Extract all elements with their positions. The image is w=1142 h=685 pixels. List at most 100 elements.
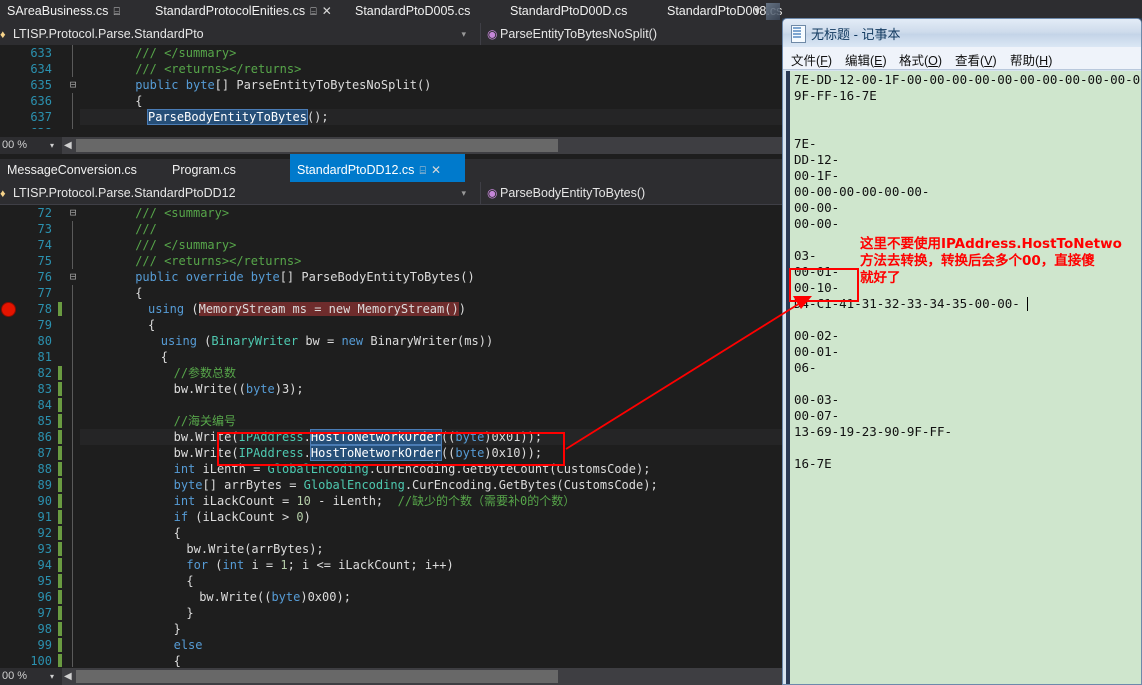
top-tab-4[interactable]: StandardPtoD008.cs [660,0,782,23]
code-text: if (iLackCount > 0) [174,509,311,525]
pin-icon[interactable]: ⌸ [419,165,426,177]
change-marker [58,302,62,316]
outlining-toggle-icon[interactable]: ⊟ [66,77,80,93]
main-tab-0[interactable]: MessageConversion.cs [0,159,140,182]
top-scroll-left-arrow-icon[interactable]: ◀ [64,137,72,154]
outlining-guide [72,285,73,301]
main-editor-tabstrip[interactable]: MessageConversion.cs Program.cs StandardPt… [0,159,782,182]
notepad-line: 00-07- [794,408,1141,424]
main-zoom-caret-icon[interactable]: ▾ [50,668,54,685]
notepad-menu-item-0[interactable]: 文件(F) [791,50,832,69]
notepad-content[interactable]: 7E-DD-12-00-1F-00-00-00-00-00-00-00-00-0… [794,72,1141,684]
notepad-icon [791,25,806,43]
code-token: ( [191,302,198,316]
notepad-left-edge [786,71,790,684]
main-scroll-thumb[interactable] [76,670,558,683]
outlining-guide [72,397,73,413]
close-icon[interactable]: ✕ [431,163,441,177]
line-number: 83 [22,381,52,397]
notepad-menu-item-3[interactable]: 查看(V) [955,50,997,69]
code-text: for (int i = 1; i <= iLackCount; i++) [186,557,453,573]
code-token: [] ParseEntityToBytesNoSplit() [215,78,432,92]
outlining-guide [72,253,73,269]
change-marker [58,398,62,412]
pin-icon[interactable]: ⌸ [113,6,120,18]
top-zoom-caret-icon[interactable]: ▾ [50,137,54,154]
main-code-line: 99else [0,637,782,653]
change-marker [58,414,62,428]
outlining-guide [72,445,73,461]
breakpoint-gutter[interactable] [0,301,22,317]
notepad-title-bar[interactable]: 无标题 - 记事本 [783,19,1141,48]
code-token: . [304,446,311,460]
outlining-guide [72,109,73,125]
top-tab-0[interactable]: SAreaBusiness.cs⌸ [0,0,118,23]
top-tab-2[interactable]: StandardPtoD005.cs [348,0,496,23]
outlining-toggle-icon[interactable]: ⊟ [66,269,80,285]
line-number: 88 [22,461,52,477]
close-icon[interactable]: ✕ [322,4,332,18]
top-method-breadcrumb[interactable]: ◉ParseEntityToBytesNoSplit() [480,23,782,45]
code-token: iLackCount = [195,494,296,508]
top-horizontal-scrollbar[interactable]: 00 % ▾ ◀ [0,137,782,154]
outlining-guide [72,301,73,317]
outlining-guide [72,237,73,253]
change-marker [58,366,62,380]
outlining-guide [72,589,73,605]
main-scroll-left-arrow-icon[interactable]: ◀ [64,668,72,685]
code-token: BinaryWriter(ms)) [363,334,493,348]
notepad-line: 7E- [794,136,1141,152]
top-editor-tabstrip[interactable]: SAreaBusiness.cs⌸StandardProtocolEnities… [0,0,782,23]
tab-label: MessageConversion.cs [7,163,137,177]
chevron-down-icon[interactable]: ▾ [461,23,466,45]
tab-label: StandardPtoDD12.cs [297,163,414,177]
top-code-line: 638 [0,125,782,129]
code-text: { [186,573,193,589]
code-token: new [329,302,351,316]
code-token: .CurEncoding.GetBytes(CustomsCode); [405,478,658,492]
chevron-down-icon[interactable]: ▼ [752,0,762,23]
line-number: 82 [22,365,52,381]
notepad-line: D4-C1-41-31-32-33-34-35-00-00- [794,296,1141,312]
top-code-pane[interactable]: 633/// </summary>634/// <returns></retur… [0,45,782,129]
main-horizontal-scrollbar[interactable]: 00 % ▾ ◀ [0,668,782,685]
breakpoint-icon[interactable] [1,302,16,317]
main-class-breadcrumb[interactable]: ♦LTISP.Protocol.Parse.StandardPtoDD12 ▾ [0,182,472,204]
top-method-name: ParseEntityToBytesNoSplit() [500,27,657,41]
chevron-down-icon[interactable]: ▾ [461,182,466,204]
tab-label: Program.cs [172,163,236,177]
notepad-menu-bar[interactable]: 文件(F) 编辑(E) 格式(O) 查看(V) 帮助(H) [783,47,1141,70]
top-class-breadcrumb[interactable]: ♦LTISP.Protocol.Parse.StandardPto ▾ [0,23,472,45]
main-tab-2[interactable]: StandardPtoDD12.cs ⌸ ✕ [290,159,465,182]
top-navigation-bar: ♦LTISP.Protocol.Parse.StandardPto ▾ ◉Par… [0,23,782,46]
code-token: //参数总数 [174,366,236,380]
main-code-pane[interactable]: 72⊟/// <summary>73///74/// </summary>75/… [0,205,782,667]
code-text: using (MemoryStream ms = new MemoryStrea… [148,301,466,317]
line-number: 74 [22,237,52,253]
line-number: 635 [22,77,52,93]
main-method-breadcrumb[interactable]: ◉ParseBodyEntityToBytes() [480,182,782,204]
top-tab-3[interactable]: StandardPtoD00D.cs [503,0,653,23]
code-text: /// <returns></returns> [135,253,301,269]
class-icon: ♦ [0,24,13,45]
code-token: IPAddress [239,446,304,460]
notepad-menu-item-1[interactable]: 编辑(E) [845,50,887,69]
code-token: .CurEncoding.GetByteCount(CustomsCode); [369,462,651,476]
code-token: /// [135,222,157,236]
notepad-line [794,104,1141,120]
line-number: 89 [22,477,52,493]
top-tab-1[interactable]: StandardProtocolEnities.cs⌸✕ [148,0,338,23]
pin-icon[interactable]: ⌸ [310,6,317,18]
code-text: public byte[] ParseEntityToBytesNoSplit(… [135,77,431,93]
code-text: ParseBodyEntityToBytes(); [148,109,329,125]
change-marker [58,430,62,444]
change-marker [58,494,62,508]
main-tab-1[interactable]: Program.cs [165,159,261,182]
notepad-menu-item-4[interactable]: 帮助(H) [1010,50,1052,69]
top-code-line: 633/// </summary> [0,45,782,61]
top-scroll-thumb[interactable] [76,139,558,152]
line-number: 73 [22,221,52,237]
notepad-menu-item-2[interactable]: 格式(O) [899,50,942,69]
outlining-toggle-icon[interactable]: ⊟ [66,205,80,221]
notepad-text-area[interactable]: 7E-DD-12-00-1F-00-00-00-00-00-00-00-00-0… [786,71,1141,684]
